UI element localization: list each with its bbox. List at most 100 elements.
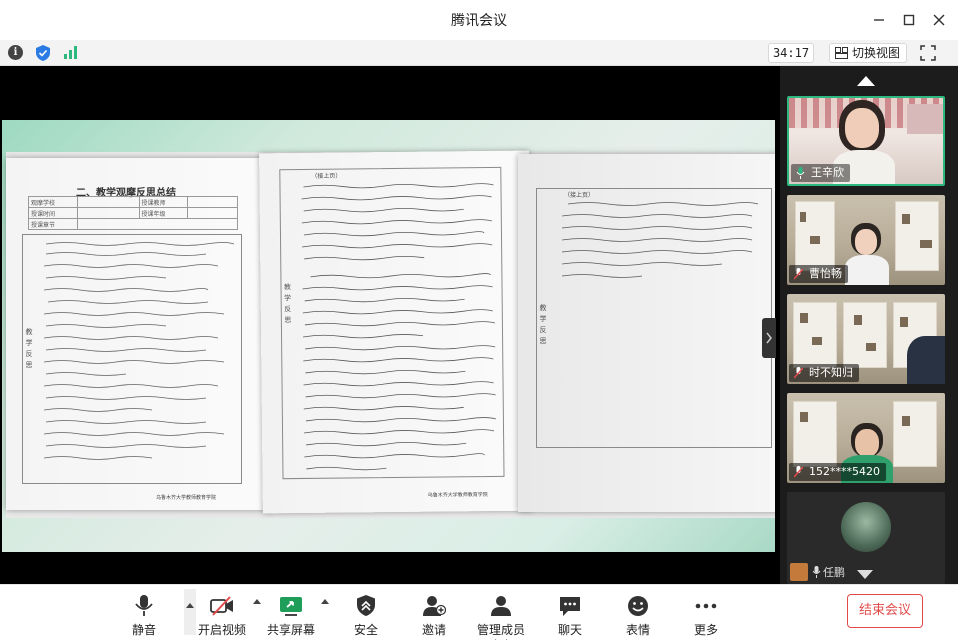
share-screen-label: 共享屏幕 [266, 623, 315, 637]
meeting-toolbar: 静音 开启视频 共享屏幕 安全 邀请 管理成员 聊天 表情 更多 结束会议 [0, 584, 958, 640]
manage-members-button[interactable]: 管理成员(9) [470, 589, 532, 640]
more-button[interactable]: 更多 [686, 589, 726, 637]
members-icon [491, 596, 511, 616]
microphone-icon [135, 595, 153, 616]
participant-tile[interactable]: 曹怡畅 [787, 195, 945, 285]
form-cell: 授课时间 [28, 207, 78, 219]
meeting-window: 腾讯会议 i 34:17 切换视图 二、教学观摩反思总结 观摩学校 授课教师 授… [0, 0, 958, 640]
video-off-icon [210, 596, 233, 616]
reactions-label: 表情 [625, 623, 650, 637]
bookshelf [843, 302, 887, 368]
document-page-3: （接上页） 教学反思 [518, 154, 775, 512]
document-page-2: （接上页） 教学反思 乌鲁木齐大学教师教育学院 [259, 150, 533, 514]
chat-icon [560, 597, 580, 616]
collapse-participants-button[interactable] [762, 318, 776, 358]
maximize-button[interactable] [896, 8, 922, 32]
shield-icon[interactable] [36, 45, 50, 61]
participant-nameplate: 152****5420 [789, 463, 886, 481]
invite-label: 邀请 [421, 623, 446, 637]
bookshelf [893, 401, 937, 467]
microphone-icon [812, 566, 821, 578]
form-cell [76, 196, 140, 208]
title-bar: 腾讯会议 [0, 0, 958, 40]
avatar [841, 502, 891, 552]
microphone-muted-icon [794, 466, 803, 478]
start-video-button[interactable]: 开启视频 [196, 589, 248, 637]
face [855, 229, 877, 255]
more-label: 更多 [693, 623, 718, 637]
chat-label: 聊天 [557, 623, 582, 637]
bookshelf [795, 201, 835, 271]
share-screen-button[interactable]: 共享屏幕 [265, 589, 317, 637]
microphone-muted-icon [794, 367, 803, 379]
scroll-up-arrow-icon[interactable] [857, 76, 875, 86]
manage-members-label: 管理成员(9) [476, 623, 525, 640]
participant-name: 任鹏 [823, 566, 845, 579]
reflection-side-label: 教学反思 [283, 283, 292, 328]
mute-label: 静音 [131, 623, 156, 637]
bookshelf [793, 401, 837, 467]
shared-screen-area: 二、教学观摩反思总结 观摩学校 授课教师 授课时间 授课年级 授课章节 教学反思… [0, 66, 780, 584]
document-footer: 乌鲁木齐大学教师教育学院 [427, 492, 488, 499]
reflection-side-label: 教学反思 [25, 328, 33, 372]
meeting-info-icon[interactable]: i [8, 45, 23, 60]
share-options-caret-icon[interactable] [321, 599, 329, 604]
handwriting-scribble [561, 202, 759, 278]
person-shoulder [907, 336, 945, 384]
form-cell: 授课年级 [138, 207, 188, 219]
fullscreen-icon[interactable] [920, 45, 936, 61]
reactions-button[interactable]: 表情 [618, 589, 658, 637]
participant-tile[interactable]: 王辛欣 [787, 96, 945, 186]
switch-view-button[interactable]: 切换视图 [829, 43, 908, 63]
security-button[interactable]: 安全 [346, 589, 386, 637]
share-screen-icon [280, 597, 302, 616]
form-cell: 授课章节 [28, 218, 78, 230]
more-dots-icon [695, 603, 717, 609]
participant-name: 曹怡畅 [809, 267, 842, 280]
chat-button[interactable]: 聊天 [550, 589, 590, 637]
video-options-caret-icon[interactable] [253, 599, 261, 604]
form-cell [76, 218, 238, 230]
meeting-timer: 34:17 [768, 43, 814, 63]
minimize-button[interactable] [866, 8, 892, 32]
shirt [845, 255, 889, 285]
participant-tile[interactable]: 152****5420 [787, 393, 945, 483]
participants-panel: 王辛欣 曹怡畅 时不知归 152****5420 任鹏 [780, 66, 958, 584]
small-avatar [790, 563, 808, 581]
close-icon [933, 14, 945, 26]
signal-icon[interactable] [64, 45, 78, 59]
meeting-info-bar: i 34:17 切换视图 [0, 40, 958, 66]
participant-name: 时不知归 [809, 366, 853, 379]
security-label: 安全 [353, 623, 378, 637]
participant-nameplate: 时不知归 [789, 364, 859, 382]
participant-tile[interactable]: 时不知归 [787, 294, 945, 384]
audio-options-strip[interactable] [184, 589, 196, 635]
form-cell: 观摩学校 [28, 196, 78, 208]
handwriting-scribble [301, 183, 497, 471]
invite-button[interactable]: 邀请 [414, 589, 454, 637]
participant-nameplate: 王辛欣 [791, 164, 850, 182]
bookshelf [793, 302, 837, 368]
document-page-1: 二、教学观摩反思总结 观摩学校 授课教师 授课时间 授课年级 授课章节 教学反思… [6, 158, 274, 510]
security-shield-icon [357, 595, 375, 616]
window-title: 腾讯会议 [451, 13, 507, 29]
chevron-right-icon [766, 332, 772, 344]
add-user-icon [423, 596, 446, 616]
handwriting-scribble [43, 242, 235, 460]
end-meeting-button[interactable]: 结束会议 [847, 594, 923, 628]
start-video-label: 开启视频 [197, 623, 246, 637]
face [845, 108, 879, 148]
participant-name: 王辛欣 [811, 166, 844, 179]
scroll-down-arrow-icon[interactable] [857, 570, 873, 579]
minimize-icon [874, 19, 884, 21]
form-cell [76, 207, 140, 219]
mute-button[interactable]: 静音 [122, 589, 166, 637]
grid-view-icon [835, 47, 848, 59]
observation-form-table: 观摩学校 授课教师 授课时间 授课年级 授课章节 [28, 196, 238, 230]
participant-name: 152****5420 [809, 465, 880, 478]
microphone-icon [796, 167, 805, 179]
continuation-label: （接上页） [311, 172, 342, 180]
participant-nameplate: 曹怡畅 [789, 265, 848, 283]
close-button[interactable] [926, 8, 952, 32]
wall-decoration [907, 104, 943, 134]
